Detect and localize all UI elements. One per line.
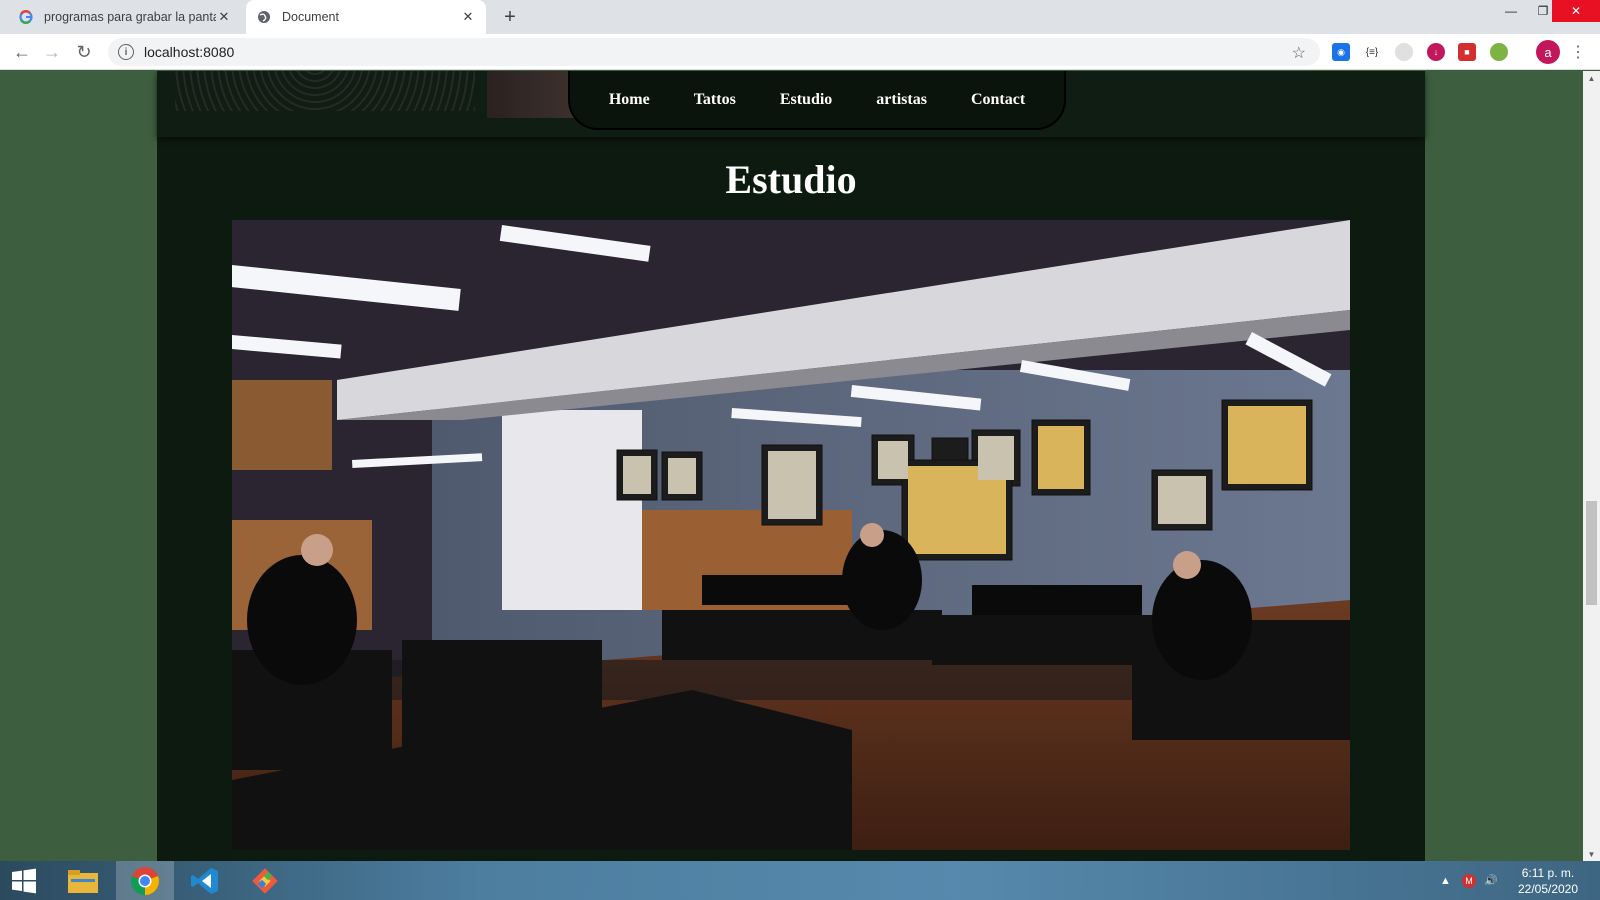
info-icon[interactable]: i [118,44,134,60]
tab-close-icon[interactable]: ✕ [460,9,476,25]
tray-overflow-icon[interactable]: ▲ [1440,861,1451,900]
studio-photo [232,220,1350,850]
new-tab-button[interactable]: + [498,5,522,29]
extension-icon[interactable] [1490,43,1508,61]
clock-date: 22/05/2020 [1517,882,1579,896]
nav-tattos[interactable]: Tattos [672,91,758,109]
git-icon[interactable] [236,861,294,900]
section-title: Estudio [725,157,857,202]
tab-google-search[interactable]: programas para grabar la pantall ✕ [8,0,242,34]
kebab-menu-icon[interactable]: ⋮ [1568,40,1588,64]
extension-icon[interactable] [1395,43,1413,61]
tab-title: programas para grabar la pantall [44,10,216,24]
main-nav: Home Tattos Estudio artistas Contact [568,71,1066,130]
address-text: localhost:8080 [144,44,235,60]
back-icon[interactable]: ← [10,40,34,64]
tab-title: Document [282,10,339,24]
scroll-up-icon[interactable]: ▲ [1583,71,1600,85]
site-header: Home Tattos Estudio artistas Contact [157,71,1425,137]
address-bar[interactable]: i localhost:8080 ☆ [108,38,1320,66]
forward-icon[interactable]: → [40,40,64,64]
site-content: Home Tattos Estudio artistas Contact Est… [157,71,1425,861]
nav-estudio[interactable]: Estudio [758,91,854,109]
nav-home[interactable]: Home [587,91,672,109]
tab-close-icon[interactable]: ✕ [216,9,232,25]
windows-taskbar: ▲ M 🔊 6:11 p. m. 22/05/2020 [0,861,1600,900]
json-extension-icon[interactable]: {≡} [1363,43,1381,61]
browser-tabstrip: programas para grabar la pantall ✕ Docum… [0,0,1600,34]
page-viewport: Home Tattos Estudio artistas Contact Est… [0,71,1583,861]
bookmark-star-icon[interactable]: ☆ [1292,43,1306,63]
nav-contact[interactable]: Contact [949,91,1047,109]
scroll-down-icon[interactable]: ▼ [1583,847,1600,861]
globe-icon [256,9,272,25]
extension-icon[interactable]: ◉ [1332,43,1350,61]
chrome-icon[interactable] [116,861,174,900]
window-close-icon[interactable]: ✕ [1552,0,1600,22]
extension-icon[interactable]: ■ [1458,43,1476,61]
google-icon [18,9,34,25]
system-clock[interactable]: 6:11 p. m. 22/05/2020 [1508,865,1588,897]
clock-time: 6:11 p. m. [1521,866,1575,880]
windows-start-icon[interactable] [0,861,48,900]
tab-document[interactable]: Document ✕ [246,0,486,34]
browser-toolbar: ← → ↻ i localhost:8080 ☆ ◉ {≡} ↓ ■ a ⋮ [0,34,1600,70]
nav-artistas[interactable]: artistas [854,91,949,109]
page-scrollbar[interactable]: ▲ ▼ [1583,71,1600,861]
file-explorer-icon[interactable] [54,861,112,900]
vscode-icon[interactable] [176,861,234,900]
volume-icon[interactable]: 🔊 [1484,861,1498,900]
antivirus-tray-icon[interactable]: M [1462,861,1476,900]
header-tattoo-art [175,71,475,111]
profile-avatar[interactable]: a [1536,40,1560,64]
reload-icon[interactable]: ↻ [72,40,96,64]
download-extension-icon[interactable]: ↓ [1427,43,1445,61]
scroll-thumb[interactable] [1586,501,1597,605]
